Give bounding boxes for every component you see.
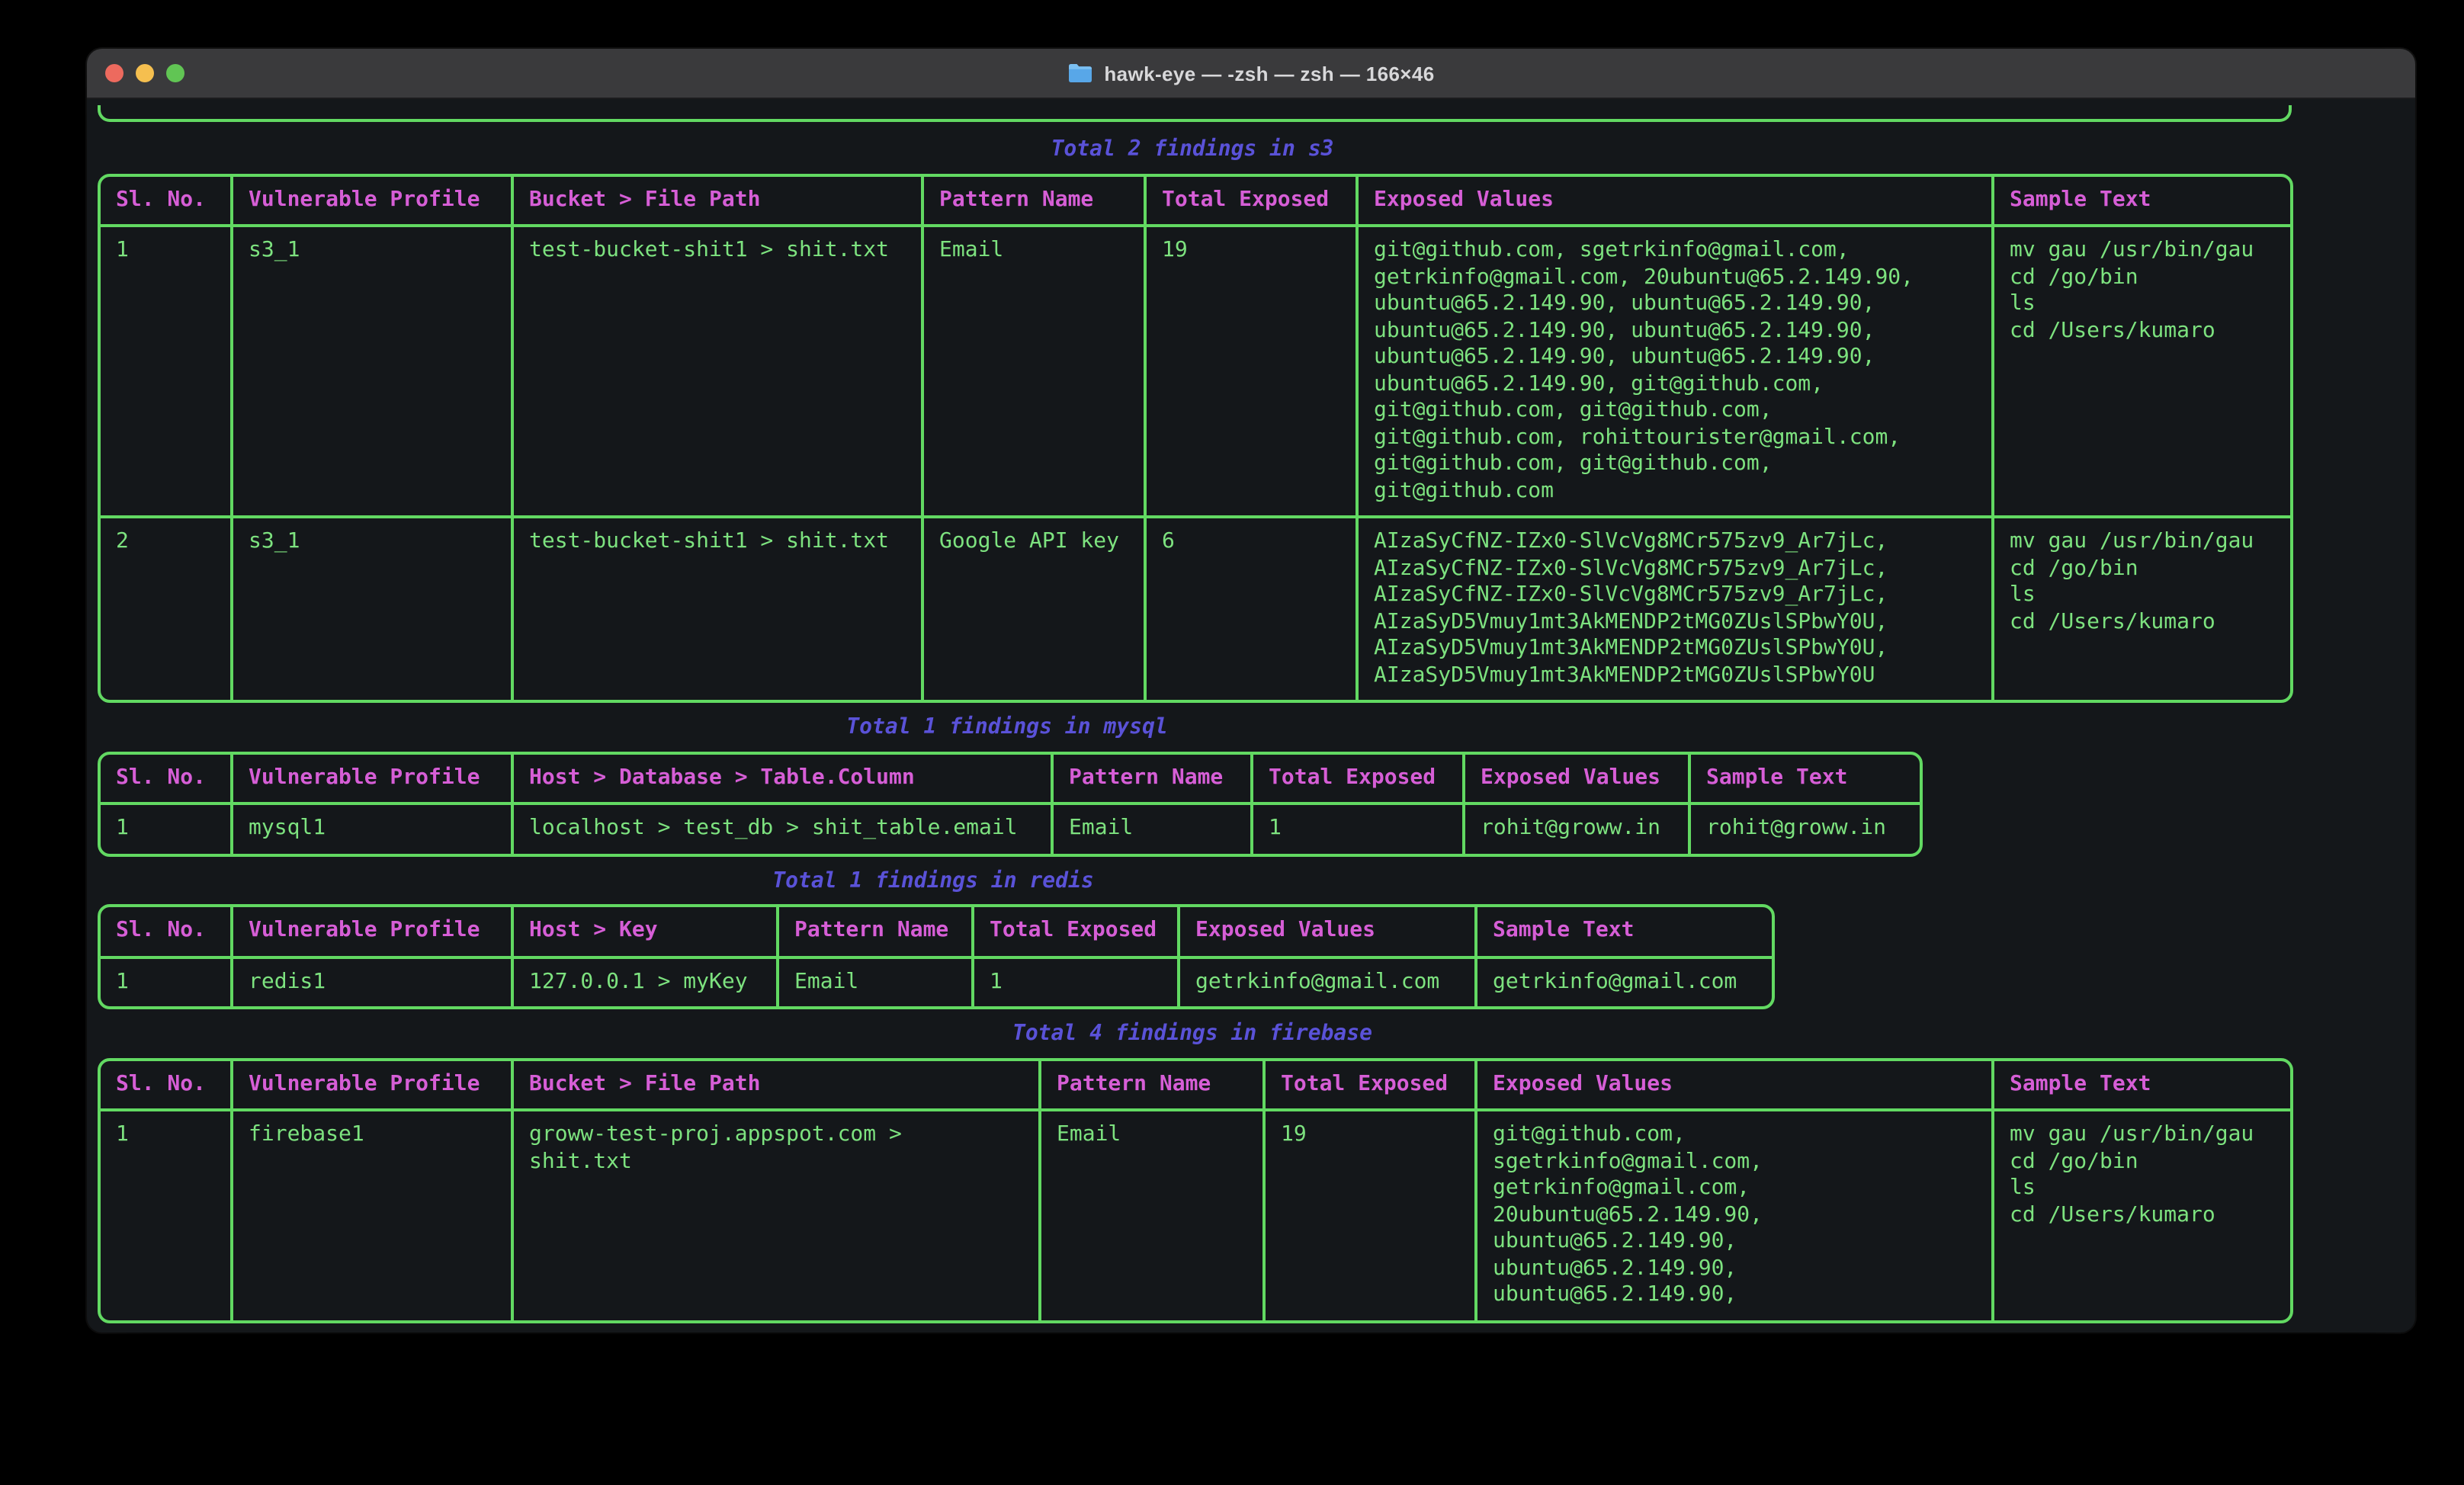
table-row: 1 mysql1 localhost > test_db > shit_tabl… xyxy=(101,803,1920,853)
cell-sl-no: 1 xyxy=(101,803,232,853)
column-header-exposed-values: Exposed Values xyxy=(1476,1060,1993,1110)
terminal-output: Total 2 findings in s3 Sl. No. Vulnerabl… xyxy=(87,99,2415,1333)
column-header-sl-no: Sl. No. xyxy=(101,754,232,803)
cell-host-database-column: localhost > test_db > shit_table.email xyxy=(512,803,1052,853)
cell-bucket-file-path: test-bucket-shit1 > shit.txt xyxy=(512,226,922,517)
cell-vulnerable-profile: firebase1 xyxy=(232,1110,512,1320)
cell-total-exposed: 1 xyxy=(973,957,1179,1006)
section-title-firebase: Total 4 findings in firebase xyxy=(98,1022,2287,1048)
column-header-sample-text: Sample Text xyxy=(1993,176,2290,226)
section-mysql: Total 1 findings in mysql Sl. No. Vulner… xyxy=(98,715,1917,856)
column-header-total-exposed: Total Exposed xyxy=(973,907,1179,957)
findings-table-s3: Sl. No. Vulnerable Profile Bucket > File… xyxy=(98,173,2293,703)
column-header-vulnerable-profile: Vulnerable Profile xyxy=(232,176,512,226)
column-header-vulnerable-profile: Vulnerable Profile xyxy=(232,1060,512,1110)
cell-sample-text: getrkinfo@gmail.com xyxy=(1476,957,1772,1006)
cell-vulnerable-profile: mysql1 xyxy=(232,803,512,853)
cell-bucket-file-path: groww-test-proj.appspot.com > shit.txt xyxy=(512,1110,1040,1320)
cell-host-key: 127.0.0.1 > myKey xyxy=(512,957,778,1006)
cell-sl-no: 2 xyxy=(101,517,232,700)
folder-icon xyxy=(1067,63,1093,84)
column-header-total-exposed: Total Exposed xyxy=(1264,1060,1476,1110)
cell-vulnerable-profile: s3_1 xyxy=(232,517,512,700)
findings-table-mysql: Sl. No. Vulnerable Profile Host > Databa… xyxy=(98,751,1923,856)
column-header-sample-text: Sample Text xyxy=(1476,907,1772,957)
column-header-host-database-column: Host > Database > Table.Column xyxy=(512,754,1052,803)
window-titlebar[interactable]: hawk-eye — -zsh — zsh — 166×46 xyxy=(87,49,2415,99)
table-header-row: Sl. No. Vulnerable Profile Host > Key Pa… xyxy=(101,907,1772,957)
cell-sample-text: mv gau /usr/bin/gau cd /go/bin ls cd /Us… xyxy=(1993,1110,2290,1320)
zoom-button[interactable] xyxy=(166,64,184,82)
column-header-sl-no: Sl. No. xyxy=(101,176,232,226)
cell-pattern-name: Email xyxy=(778,957,973,1006)
cell-sl-no: 1 xyxy=(101,1110,232,1320)
table-header-row: Sl. No. Vulnerable Profile Bucket > File… xyxy=(101,176,2290,226)
minimize-button[interactable] xyxy=(136,64,154,82)
column-header-pattern-name: Pattern Name xyxy=(778,907,973,957)
section-title-redis: Total 1 findings in redis xyxy=(98,868,1769,895)
column-header-exposed-values: Exposed Values xyxy=(1179,907,1476,957)
column-header-vulnerable-profile: Vulnerable Profile xyxy=(232,754,512,803)
cell-total-exposed: 19 xyxy=(1145,226,1357,517)
column-header-host-key: Host > Key xyxy=(512,907,778,957)
traffic-lights xyxy=(105,49,184,98)
cell-sample-text: mv gau /usr/bin/gau cd /go/bin ls cd /Us… xyxy=(1993,517,2290,700)
cell-exposed-values: AIzaSyCfNZ-IZx0-SlVcVg8MCr575zv9_Ar7jLc,… xyxy=(1357,517,1993,700)
table-row: 1 redis1 127.0.0.1 > myKey Email 1 getrk… xyxy=(101,957,1772,1006)
cell-exposed-values: getrkinfo@gmail.com xyxy=(1179,957,1476,1006)
column-header-sample-text: Sample Text xyxy=(1689,754,1920,803)
previous-table-clipped-border xyxy=(98,105,2292,122)
table-row: 1 s3_1 test-bucket-shit1 > shit.txt Emai… xyxy=(101,226,2290,517)
cell-pattern-name: Email xyxy=(1040,1110,1264,1320)
table-header-row: Sl. No. Vulnerable Profile Bucket > File… xyxy=(101,1060,2290,1110)
column-header-bucket-file-path: Bucket > File Path xyxy=(512,1060,1040,1110)
table-header-row: Sl. No. Vulnerable Profile Host > Databa… xyxy=(101,754,1920,803)
cell-pattern-name: Google API key xyxy=(922,517,1145,700)
window-title-group: hawk-eye — -zsh — zsh — 166×46 xyxy=(1067,62,1434,85)
cell-exposed-values: rohit@groww.in xyxy=(1464,803,1689,853)
column-header-pattern-name: Pattern Name xyxy=(1040,1060,1264,1110)
cell-vulnerable-profile: redis1 xyxy=(232,957,512,1006)
section-firebase: Total 4 findings in firebase Sl. No. Vul… xyxy=(98,1022,2287,1323)
desktop: hawk-eye — -zsh — zsh — 166×46 Total 2 f… xyxy=(0,0,2464,1485)
cell-pattern-name: Email xyxy=(922,226,1145,517)
column-header-sl-no: Sl. No. xyxy=(101,907,232,957)
cell-vulnerable-profile: s3_1 xyxy=(232,226,512,517)
cell-sl-no: 1 xyxy=(101,226,232,517)
section-title-mysql: Total 1 findings in mysql xyxy=(98,715,1917,742)
column-header-pattern-name: Pattern Name xyxy=(1052,754,1252,803)
cell-exposed-values: git@github.com, sgetrkinfo@gmail.com, ge… xyxy=(1357,226,1993,517)
cell-exposed-values: git@github.com, sgetrkinfo@gmail.com, ge… xyxy=(1476,1110,1993,1320)
section-s3: Total 2 findings in s3 Sl. No. Vulnerabl… xyxy=(98,137,2287,703)
column-header-pattern-name: Pattern Name xyxy=(922,176,1145,226)
cell-total-exposed: 6 xyxy=(1145,517,1357,700)
column-header-vulnerable-profile: Vulnerable Profile xyxy=(232,907,512,957)
section-redis: Total 1 findings in redis Sl. No. Vulner… xyxy=(98,868,1769,1009)
findings-table-redis: Sl. No. Vulnerable Profile Host > Key Pa… xyxy=(98,904,1775,1009)
window-title: hawk-eye — -zsh — zsh — 166×46 xyxy=(1104,62,1434,85)
section-title-s3: Total 2 findings in s3 xyxy=(98,137,2287,164)
cell-bucket-file-path: test-bucket-shit1 > shit.txt xyxy=(512,517,922,700)
terminal-window: hawk-eye — -zsh — zsh — 166×46 Total 2 f… xyxy=(87,49,2415,1333)
column-header-exposed-values: Exposed Values xyxy=(1357,176,1993,226)
column-header-sample-text: Sample Text xyxy=(1993,1060,2290,1110)
table-row: 2 s3_1 test-bucket-shit1 > shit.txt Goog… xyxy=(101,517,2290,700)
cell-total-exposed: 1 xyxy=(1252,803,1464,853)
column-header-bucket-file-path: Bucket > File Path xyxy=(512,176,922,226)
cell-sample-text: mv gau /usr/bin/gau cd /go/bin ls cd /Us… xyxy=(1993,226,2290,517)
column-header-exposed-values: Exposed Values xyxy=(1464,754,1689,803)
column-header-total-exposed: Total Exposed xyxy=(1252,754,1464,803)
cell-total-exposed: 19 xyxy=(1264,1110,1476,1320)
cell-pattern-name: Email xyxy=(1052,803,1252,853)
cell-sample-text: rohit@groww.in xyxy=(1689,803,1920,853)
cell-sl-no: 1 xyxy=(101,957,232,1006)
column-header-total-exposed: Total Exposed xyxy=(1145,176,1357,226)
close-button[interactable] xyxy=(105,64,124,82)
findings-table-firebase: Sl. No. Vulnerable Profile Bucket > File… xyxy=(98,1057,2293,1323)
column-header-sl-no: Sl. No. xyxy=(101,1060,232,1110)
table-row: 1 firebase1 groww-test-proj.appspot.com … xyxy=(101,1110,2290,1320)
